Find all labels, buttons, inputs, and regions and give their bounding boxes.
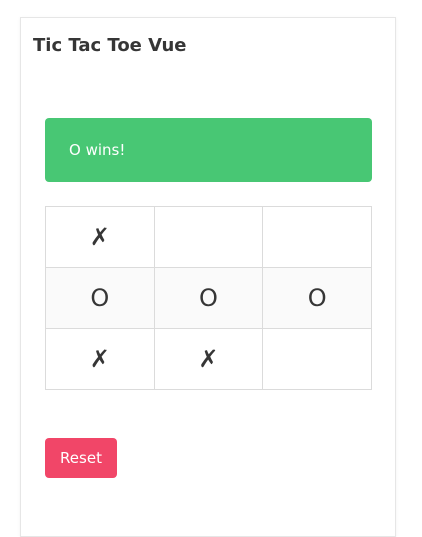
board-cell[interactable]: O (45, 267, 155, 329)
board-cell[interactable]: O (153, 267, 264, 329)
status-message: O wins! (69, 141, 126, 159)
board-row: O O O (45, 267, 372, 329)
board-cell[interactable]: O (262, 267, 372, 329)
status-banner: O wins! (45, 118, 372, 182)
game-board: ✗ O O O ✗ ✗ (45, 206, 372, 390)
board-cell[interactable]: ✗ (45, 328, 155, 390)
board-cell[interactable]: ✗ (45, 206, 155, 268)
board-cell[interactable] (262, 206, 372, 268)
board-cell[interactable] (153, 206, 264, 268)
board-row: ✗ (45, 206, 372, 268)
board-cell[interactable] (262, 328, 372, 390)
page-title: Tic Tac Toe Vue (33, 35, 187, 56)
reset-button[interactable]: Reset (45, 438, 117, 478)
board-row: ✗ ✗ (45, 328, 372, 390)
board-cell[interactable]: ✗ (153, 328, 264, 390)
game-card: Tic Tac Toe Vue O wins! ✗ O O O ✗ ✗ Rese… (20, 17, 396, 537)
